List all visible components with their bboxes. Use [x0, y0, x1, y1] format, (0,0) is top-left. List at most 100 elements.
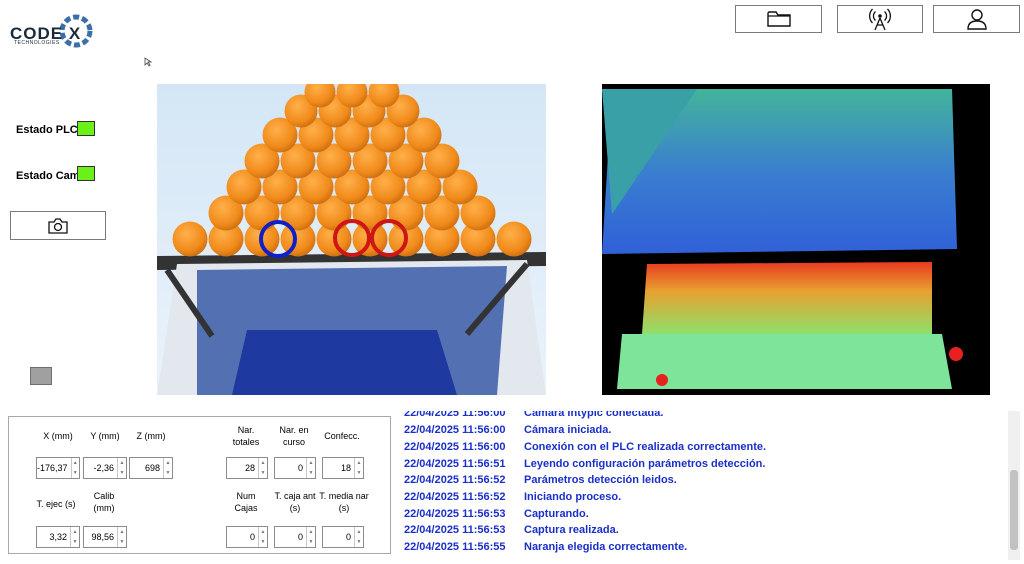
texec-label: T. ejec (s)	[36, 499, 76, 509]
down-arrow-icon[interactable]: ▼	[164, 468, 172, 478]
down-arrow-icon[interactable]: ▼	[307, 468, 315, 478]
down-arrow-icon[interactable]: ▼	[118, 468, 126, 478]
log-message: Capturando.	[524, 508, 589, 520]
log-timestamp: 22/04/2025 11:56:00	[404, 424, 506, 436]
x-value: -176,37	[37, 463, 68, 473]
log-timestamp: 22/04/2025 11:56:00	[404, 411, 506, 419]
texec-value: 3,32	[49, 532, 67, 542]
user-icon	[966, 9, 987, 30]
connection-button[interactable]	[837, 5, 923, 33]
status-plc-indicator	[77, 121, 95, 136]
indicator-box	[30, 367, 52, 385]
log-message: Naranja elegida correctamente.	[524, 541, 688, 553]
nar-totales-label: Nar. totales	[232, 425, 260, 447]
tmedia-value: 0	[345, 532, 351, 542]
up-arrow-icon[interactable]: ▲	[72, 458, 79, 468]
confecc-stepper[interactable]: 18 ▲ ▼	[322, 457, 364, 479]
up-arrow-icon[interactable]: ▲	[118, 458, 126, 468]
log-entry: 22/04/2025 11:56:51 Leyendo configuración…	[404, 458, 765, 470]
calib-stepper[interactable]: 98,56 ▲ ▼	[83, 526, 127, 548]
z-value: 698	[144, 463, 160, 473]
logo-subtitle: TECHNOLOGIES	[14, 40, 60, 46]
event-log[interactable]: 22/04/2025 11:56:00 Cámara Intypic conect…	[400, 411, 1010, 560]
down-arrow-icon[interactable]: ▼	[72, 468, 79, 478]
log-message: Cámara iniciada.	[524, 424, 612, 436]
up-arrow-icon[interactable]: ▲	[164, 458, 172, 468]
up-arrow-icon[interactable]: ▲	[259, 527, 267, 537]
log-entry: 22/04/2025 11:56:00 Cámara Intypic conect…	[404, 411, 663, 419]
log-timestamp: 22/04/2025 11:56:52	[404, 491, 506, 503]
log-message: Parámetros detección leidos.	[524, 474, 677, 486]
log-entry: 22/04/2025 11:56:52 Iniciando proceso.	[404, 491, 621, 503]
x-label: X (mm)	[43, 431, 73, 441]
up-arrow-icon[interactable]: ▲	[355, 527, 363, 537]
log-message: Cámara Intypic conectada.	[524, 411, 664, 419]
log-message: Leyendo configuración parámetros detecci…	[524, 458, 766, 470]
nar-totales-value: 28	[244, 463, 255, 473]
log-timestamp: 22/04/2025 11:56:53	[404, 524, 506, 536]
num-cajas-value: 0	[249, 532, 255, 542]
down-arrow-icon[interactable]: ▼	[118, 537, 126, 547]
confecc-value: 18	[340, 463, 351, 473]
tmedia-label: T. media nar (s)	[319, 491, 369, 513]
up-arrow-icon[interactable]: ▲	[355, 458, 363, 468]
up-arrow-icon[interactable]: ▲	[71, 527, 79, 537]
tmedia-stepper[interactable]: 0 ▲ ▼	[322, 526, 364, 548]
antenna-icon	[868, 8, 892, 31]
down-arrow-icon[interactable]: ▼	[71, 537, 79, 547]
status-cam-indicator	[77, 166, 95, 181]
up-arrow-icon[interactable]: ▲	[307, 458, 315, 468]
calib-label: Calib (mm)	[93, 491, 115, 513]
user-button[interactable]	[933, 5, 1020, 33]
mouse-cursor-icon	[144, 57, 152, 67]
down-arrow-icon[interactable]: ▼	[259, 537, 267, 547]
capture-button[interactable]	[10, 211, 106, 240]
log-message: Captura realizada.	[524, 524, 619, 536]
log-message: Conexión con el PLC realizada correctame…	[524, 441, 767, 453]
z-stepper[interactable]: 698 ▲ ▼	[129, 457, 173, 479]
tcaja-value: 0	[297, 532, 303, 542]
up-arrow-icon[interactable]: ▲	[307, 527, 315, 537]
down-arrow-icon[interactable]: ▼	[307, 537, 315, 547]
log-timestamp: 22/04/2025 11:56:51	[404, 458, 506, 470]
rgb-camera-view	[157, 84, 546, 395]
log-timestamp: 22/04/2025 11:56:53	[404, 508, 506, 520]
y-stepper[interactable]: -2,36 ▲ ▼	[83, 457, 127, 479]
log-entry: 22/04/2025 11:56:53 Capturando.	[404, 508, 589, 520]
nar-totales-stepper[interactable]: 28 ▲ ▼	[226, 457, 268, 479]
texec-stepper[interactable]: 3,32 ▲ ▼	[36, 526, 80, 548]
y-value: -2,36	[93, 463, 114, 473]
up-arrow-icon[interactable]: ▲	[259, 458, 267, 468]
log-entry: 22/04/2025 11:56:00 Conexión con el PLC r…	[404, 441, 766, 453]
down-arrow-icon[interactable]: ▼	[355, 537, 363, 547]
up-arrow-icon[interactable]: ▲	[118, 527, 126, 537]
status-cam-label: Estado Cam	[16, 170, 80, 182]
down-arrow-icon[interactable]: ▼	[259, 468, 267, 478]
num-cajas-stepper[interactable]: 0 ▲ ▼	[226, 526, 268, 548]
log-entry: 22/04/2025 11:56:55 Naranja elegida corre…	[404, 541, 687, 553]
nar-curso-value: 0	[297, 463, 303, 473]
log-message: Iniciando proceso.	[524, 491, 622, 503]
camera-icon	[48, 217, 68, 234]
log-timestamp: 22/04/2025 11:56:52	[404, 474, 506, 486]
calib-value: 98,56	[91, 532, 114, 542]
nar-curso-stepper[interactable]: 0 ▲ ▼	[274, 457, 316, 479]
status-plc-label: Estado PLC	[16, 124, 78, 136]
depth-camera-view	[602, 84, 990, 395]
tcaja-label: T. caja ant (s)	[274, 491, 316, 513]
folder-icon	[766, 11, 791, 27]
log-timestamp: 22/04/2025 11:56:55	[404, 541, 506, 553]
log-timestamp: 22/04/2025 11:56:00	[404, 441, 506, 453]
nar-curso-label: Nar. en curso	[279, 425, 309, 447]
confecc-label: Confecc.	[324, 431, 360, 441]
log-entry: 22/04/2025 11:56:00 Cámara iniciada.	[404, 424, 611, 436]
log-entry: 22/04/2025 11:56:52 Parámetros detección …	[404, 474, 677, 486]
down-arrow-icon[interactable]: ▼	[355, 468, 363, 478]
log-scrollbar-thumb[interactable]	[1010, 470, 1018, 550]
x-stepper[interactable]: -176,37 ▲ ▼	[36, 457, 80, 479]
num-cajas-label: Num Cajas	[234, 491, 258, 513]
folder-button[interactable]	[735, 5, 822, 33]
tcaja-stepper[interactable]: 0 ▲ ▼	[274, 526, 316, 548]
y-label: Y (mm)	[90, 431, 120, 441]
z-label: Z (mm)	[136, 431, 166, 441]
